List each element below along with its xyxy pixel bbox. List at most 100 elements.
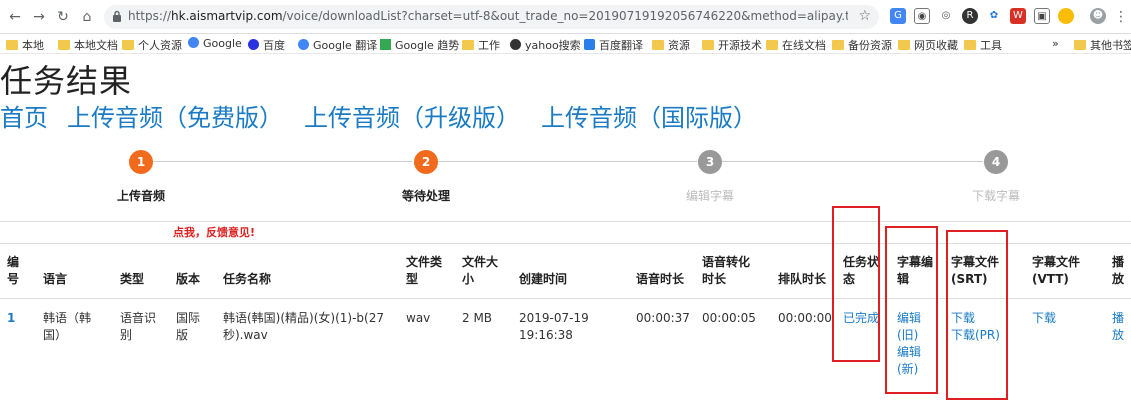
cell-text: 2019-07-19 bbox=[519, 311, 589, 325]
bookmark-google-translate[interactable]: Google 翻译 bbox=[298, 37, 377, 53]
header-text: 放 bbox=[1112, 272, 1125, 286]
nav-upload-upgrade-link[interactable]: 上传音频（升级版） bbox=[304, 98, 520, 133]
trends-icon bbox=[380, 39, 391, 50]
google-icon bbox=[298, 39, 309, 50]
folder-icon bbox=[1074, 40, 1086, 50]
bookmark-google[interactable]: Google bbox=[188, 37, 242, 50]
bookmark-open-source[interactable]: 开源技术 bbox=[702, 37, 762, 53]
google-icon bbox=[188, 37, 199, 48]
play-link[interactable]: 播放 bbox=[1112, 310, 1124, 344]
step-1-label: 上传音频 bbox=[116, 189, 166, 203]
folder-icon bbox=[6, 40, 18, 50]
screenshot-extension-icon[interactable]: ▣ bbox=[1034, 8, 1050, 24]
bookmark-label: 百度 bbox=[263, 39, 285, 52]
bookmark-baidu[interactable]: 百度 bbox=[248, 37, 285, 53]
baidu-icon bbox=[248, 39, 259, 50]
header-text: 播 bbox=[1112, 255, 1125, 269]
link-text: 播 bbox=[1112, 311, 1125, 325]
header-audio-duration: 语音时长 bbox=[636, 272, 685, 286]
row-file-type: wav bbox=[406, 311, 431, 325]
step-connector bbox=[722, 161, 983, 162]
row-audio-duration: 00:00:37 bbox=[636, 311, 690, 325]
bookmark-resources[interactable]: 资源 bbox=[652, 37, 690, 53]
cell-text: 语音识 bbox=[120, 311, 157, 325]
translate-icon bbox=[584, 39, 595, 50]
camera-extension-icon[interactable]: ◉ bbox=[914, 8, 930, 24]
header-text: (VTT) bbox=[1032, 272, 1069, 286]
bookmark-online-docs[interactable]: 在线文档 bbox=[766, 37, 826, 53]
header-version: 版本 bbox=[176, 272, 201, 286]
header-play: 播放 bbox=[1112, 254, 1124, 288]
cell-text: 版 bbox=[176, 328, 189, 342]
chrome-extension-icon[interactable] bbox=[1058, 8, 1074, 24]
folder-icon bbox=[58, 40, 70, 50]
bookmark-label: 备份资源 bbox=[848, 39, 892, 52]
step-3-circle: 3 bbox=[698, 150, 722, 174]
profile-avatar-icon[interactable]: ☻ bbox=[1090, 8, 1106, 24]
menu-icon[interactable]: ⋮ bbox=[1112, 8, 1130, 26]
nav-upload-free-link[interactable]: 上传音频（免费版） bbox=[67, 98, 283, 133]
bookmark-star-icon[interactable]: ☆ bbox=[858, 8, 871, 24]
translate-extension-icon[interactable]: G bbox=[890, 8, 906, 24]
nav-home-link[interactable]: 首页 bbox=[0, 98, 48, 133]
row-file-size: 2 MB bbox=[462, 311, 493, 325]
bookmark-label: yahoo搜索 bbox=[525, 39, 581, 52]
header-text: 编 bbox=[7, 255, 20, 269]
bookmark-backup[interactable]: 备份资源 bbox=[832, 37, 892, 53]
bookmark-local[interactable]: 本地 bbox=[6, 37, 44, 53]
folder-icon bbox=[462, 40, 474, 50]
other-bookmarks[interactable]: 其他书签 bbox=[1074, 37, 1131, 53]
header-language: 语言 bbox=[43, 272, 68, 286]
folder-icon bbox=[122, 40, 134, 50]
cell-text: 19:16:38 bbox=[519, 328, 573, 342]
bookmark-work[interactable]: 工作 bbox=[462, 37, 500, 53]
forward-icon[interactable]: → bbox=[30, 8, 48, 26]
row-created: 2019-07-19 19:16:38 bbox=[519, 310, 589, 344]
bookmark-yahoo[interactable]: yahoo搜索 bbox=[510, 37, 581, 53]
reload-icon[interactable]: ↻ bbox=[54, 8, 72, 26]
back-icon[interactable]: ← bbox=[6, 8, 24, 26]
r-extension-icon[interactable]: R bbox=[962, 8, 978, 24]
bookmark-label: 资源 bbox=[668, 39, 690, 52]
header-subtitle-vtt: 字幕文件 (VTT) bbox=[1032, 254, 1080, 288]
bookmark-personal[interactable]: 个人资源 bbox=[122, 37, 182, 53]
address-bar[interactable]: https://hk.aismartvip.com/voice/download… bbox=[104, 5, 879, 29]
cell-text: 国） bbox=[43, 328, 68, 342]
bookmark-label: 本地 bbox=[22, 39, 44, 52]
bookmark-google-trends[interactable]: Google 趋势 bbox=[380, 37, 459, 53]
bookmark-baidu-translate[interactable]: 百度翻译 bbox=[584, 37, 643, 53]
header-queue-duration: 排队时长 bbox=[778, 272, 827, 286]
bookmark-label: Google bbox=[203, 37, 242, 50]
cell-text: 韩语(韩国)(精品)(女)(1)-b(27 bbox=[223, 311, 384, 325]
bookmarks-overflow-button[interactable]: » bbox=[1052, 37, 1059, 50]
eye-extension-icon[interactable]: ◎ bbox=[938, 8, 954, 24]
header-text: 小 bbox=[462, 272, 475, 286]
folder-icon bbox=[702, 40, 714, 50]
header-text: 字幕文件 bbox=[1032, 255, 1081, 269]
globe-icon bbox=[510, 39, 521, 50]
nav-upload-international-link[interactable]: 上传音频（国际版） bbox=[541, 98, 757, 133]
folder-icon bbox=[898, 40, 910, 50]
header-created: 创建时间 bbox=[519, 272, 568, 286]
row-id[interactable]: 1 bbox=[7, 310, 15, 327]
step-connector bbox=[438, 161, 697, 162]
bookmark-tools[interactable]: 工具 bbox=[964, 37, 1002, 53]
home-icon[interactable]: ⌂ bbox=[78, 8, 96, 26]
header-text: 语音转化 bbox=[702, 255, 751, 269]
row-version: 国际版 bbox=[176, 310, 200, 344]
bookmark-label: 工作 bbox=[478, 39, 500, 52]
url-scheme: https:// bbox=[128, 9, 172, 23]
w-extension-icon[interactable]: W bbox=[1010, 8, 1026, 24]
leaf-extension-icon[interactable]: ✿ bbox=[986, 8, 1002, 24]
cell-text: 国际 bbox=[176, 311, 201, 325]
feedback-link[interactable]: 点我，反馈意见! bbox=[173, 224, 255, 240]
bookmark-label: 个人资源 bbox=[138, 39, 182, 52]
bookmark-web-favorites[interactable]: 网页收藏 bbox=[898, 37, 958, 53]
step-1-circle: 1 bbox=[129, 150, 153, 174]
bookmark-label: Google 趋势 bbox=[395, 39, 460, 52]
row-language: 韩语（韩 国） bbox=[43, 310, 91, 344]
download-vtt-link[interactable]: 下载 bbox=[1032, 310, 1056, 327]
bookmark-local-docs[interactable]: 本地文档 bbox=[58, 37, 118, 53]
row-type: 语音识别 bbox=[120, 310, 156, 344]
step-2-label: 等待处理 bbox=[401, 189, 451, 203]
